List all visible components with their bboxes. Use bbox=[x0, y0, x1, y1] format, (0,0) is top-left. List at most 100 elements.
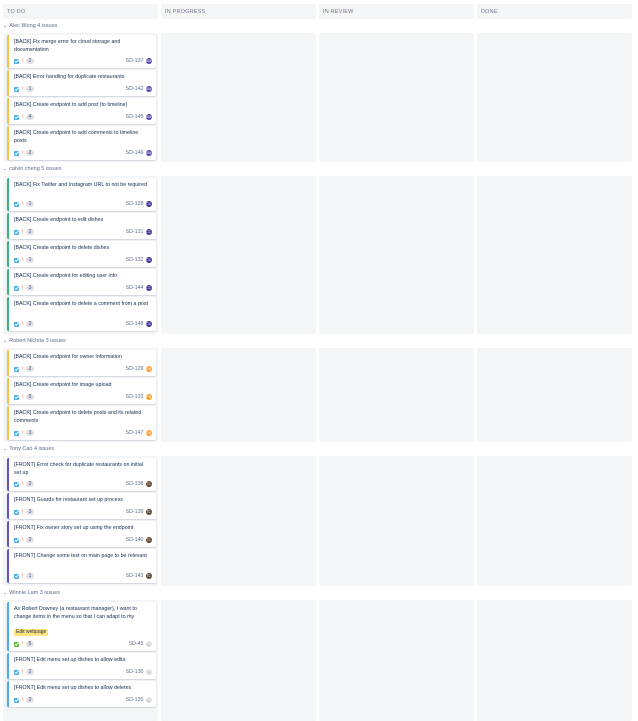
issue-card[interactable]: [FRONT] Edit menu set up dishes to allow… bbox=[7, 681, 156, 707]
issue-key[interactable]: SD-148 bbox=[126, 321, 144, 327]
column-header-in-progress: IN PROGRESS bbox=[161, 4, 316, 19]
issue-key[interactable]: SD-133 bbox=[126, 394, 144, 400]
avatar[interactable]: TC bbox=[145, 508, 152, 516]
issue-card[interactable]: [BACK] Create endpoint for editing user … bbox=[7, 269, 156, 295]
avatar[interactable]: CC bbox=[145, 320, 152, 328]
issue-key[interactable]: SD-140 bbox=[126, 537, 144, 543]
swimlane-header[interactable]: ⌄ Robert Nichita 3 issues bbox=[3, 336, 66, 346]
in-review-column bbox=[319, 456, 474, 586]
issue-card[interactable]: [BACK] Create endpoint to edit dishes ↑ … bbox=[7, 213, 156, 239]
avatar[interactable]: AW bbox=[145, 85, 152, 93]
avatar[interactable]: ◡ bbox=[145, 640, 152, 648]
issue-card[interactable]: [BACK] Fix Twitter and Instagram URL to … bbox=[7, 178, 156, 211]
issue-summary: [BACK] Create endpoint to add post (to t… bbox=[14, 102, 128, 108]
avatar[interactable]: RN bbox=[145, 393, 152, 401]
issue-key[interactable]: SD-131 bbox=[126, 229, 144, 235]
swimlane-header[interactable]: ⌄ Alec Wong 4 issues bbox=[3, 21, 57, 31]
issue-card[interactable]: [BACK] Create endpoint to add post (to t… bbox=[7, 98, 156, 124]
issue-summary: [BACK] Create endpoint to delete dishes bbox=[14, 245, 110, 251]
avatar[interactable]: TC bbox=[145, 572, 152, 580]
avatar[interactable]: CC bbox=[145, 256, 152, 264]
chevron-down-icon[interactable]: ⌄ bbox=[3, 338, 7, 344]
swimlane-header[interactable]: ⌄ Tony Cao 4 issues bbox=[3, 444, 54, 454]
issue-summary: [BACK] Fix merge error for cloud storage… bbox=[14, 39, 121, 53]
task-icon bbox=[14, 201, 19, 207]
issue-card[interactable]: [BACK] Create endpoint to add comments t… bbox=[7, 126, 156, 160]
issue-key[interactable]: SD-128 bbox=[126, 201, 144, 207]
priority-high-icon: ↑ bbox=[21, 537, 24, 543]
task-icon bbox=[14, 430, 19, 436]
column-header-todo: TO DO bbox=[3, 4, 158, 19]
avatar[interactable]: AW bbox=[145, 57, 152, 65]
issue-key[interactable]: SD-143 bbox=[126, 573, 144, 579]
task-icon bbox=[14, 86, 19, 92]
chevron-down-icon[interactable]: ⌄ bbox=[3, 446, 7, 452]
issue-card[interactable]: [BACK] Create endpoint to delete dishes … bbox=[7, 241, 156, 267]
chevron-down-icon[interactable]: ⌄ bbox=[3, 166, 7, 172]
chevron-down-icon[interactable]: ⌄ bbox=[3, 590, 7, 596]
issue-key[interactable]: SD-146 bbox=[126, 150, 144, 156]
issue-key[interactable]: SD-135 bbox=[126, 697, 144, 703]
issue-card[interactable]: [FRONT] Fix owner story set up using the… bbox=[7, 521, 156, 547]
priority-high-icon: ↑ bbox=[21, 86, 24, 92]
story-points: 2 bbox=[26, 229, 34, 235]
swimlane-title: Alec Wong 4 issues bbox=[9, 23, 58, 29]
issue-key[interactable]: SD-142 bbox=[126, 86, 144, 92]
issue-key[interactable]: SD-144 bbox=[126, 285, 144, 291]
issue-key[interactable]: SD-130 bbox=[126, 669, 144, 675]
issue-key[interactable]: SD-129 bbox=[126, 366, 144, 372]
avatar[interactable]: AW bbox=[145, 113, 152, 121]
priority-high-icon: ↑ bbox=[21, 697, 24, 703]
priority-high-icon: ↑ bbox=[21, 394, 24, 400]
avatar[interactable]: TC bbox=[145, 536, 152, 544]
issue-card[interactable]: [FRONT] Edit menu set up dishes to allow… bbox=[7, 653, 156, 679]
swimlane-tony-cao: ⌄ Tony Cao 4 issues [FRONT] Error check … bbox=[3, 444, 635, 587]
issue-card[interactable]: [BACK] Error handling for duplicate rest… bbox=[7, 70, 156, 96]
priority-high-icon: ↑ bbox=[21, 150, 24, 156]
avatar[interactable]: AW bbox=[145, 149, 152, 157]
issue-card[interactable]: [BACK] Create endpoint to delete posts a… bbox=[7, 406, 156, 440]
story-points: 5 bbox=[26, 641, 34, 647]
issue-key[interactable]: SD-145 bbox=[126, 114, 144, 120]
issue-card[interactable]: [BACK] Create endpoint for owner informa… bbox=[7, 350, 156, 376]
issue-card[interactable]: [FRONT] Error check for duplicate restau… bbox=[7, 458, 156, 491]
issue-card[interactable]: [FRONT] Change some text on main page to… bbox=[7, 549, 156, 583]
done-column bbox=[477, 176, 632, 334]
done-column bbox=[477, 456, 632, 586]
task-icon bbox=[14, 697, 19, 703]
swimlane-title: calvin cheng 5 issues bbox=[9, 166, 62, 172]
avatar[interactable]: CC bbox=[145, 284, 152, 292]
avatar[interactable]: RN bbox=[145, 365, 152, 373]
issue-key[interactable]: SD-138 bbox=[126, 481, 144, 487]
priority-high-icon: ↑ bbox=[21, 257, 24, 263]
epic-label[interactable]: Edit webpage bbox=[14, 629, 49, 636]
avatar[interactable]: CC bbox=[145, 228, 152, 236]
avatar[interactable]: RN bbox=[145, 429, 152, 437]
story-points: 2 bbox=[26, 366, 34, 372]
story-points: 4 bbox=[26, 114, 34, 120]
swimlane-header[interactable]: ⌄ Winnie Lam 3 issues bbox=[3, 588, 60, 598]
issue-summary: [FRONT] Fix owner story set up using the… bbox=[14, 525, 134, 531]
story-points: 5 bbox=[26, 394, 34, 400]
done-column bbox=[477, 33, 632, 162]
priority-high-icon: ↑ bbox=[21, 430, 24, 436]
issue-key[interactable]: SD-147 bbox=[126, 430, 144, 436]
issue-key[interactable]: SD-132 bbox=[126, 257, 144, 263]
story-points: 2 bbox=[26, 697, 34, 703]
issue-card[interactable]: [BACK] Create endpoint to delete a comme… bbox=[7, 297, 156, 331]
issue-card[interactable]: [FRONT] Guards for restaurant set up pro… bbox=[7, 493, 156, 519]
avatar[interactable]: ◡ bbox=[145, 668, 152, 676]
in-progress-column bbox=[161, 348, 316, 442]
issue-key[interactable]: SD-139 bbox=[126, 509, 144, 515]
chevron-down-icon[interactable]: ⌄ bbox=[3, 23, 7, 29]
avatar[interactable]: TC bbox=[145, 480, 152, 488]
issue-key[interactable]: SD-137 bbox=[126, 58, 144, 64]
issue-key[interactable]: SD-45 bbox=[128, 641, 143, 647]
swimlane-header[interactable]: ⌄ calvin cheng 5 issues bbox=[3, 164, 61, 174]
issue-card[interactable]: As Robert Downey (a restaurant manager),… bbox=[7, 602, 156, 651]
issue-card[interactable]: [BACK] Fix merge error for cloud storage… bbox=[7, 35, 156, 68]
story-points: 2 bbox=[26, 321, 34, 327]
avatar[interactable]: CC bbox=[145, 200, 152, 208]
avatar[interactable]: ◡ bbox=[145, 696, 152, 704]
issue-card[interactable]: [BACK] Create endpoint for image upload … bbox=[7, 378, 156, 404]
